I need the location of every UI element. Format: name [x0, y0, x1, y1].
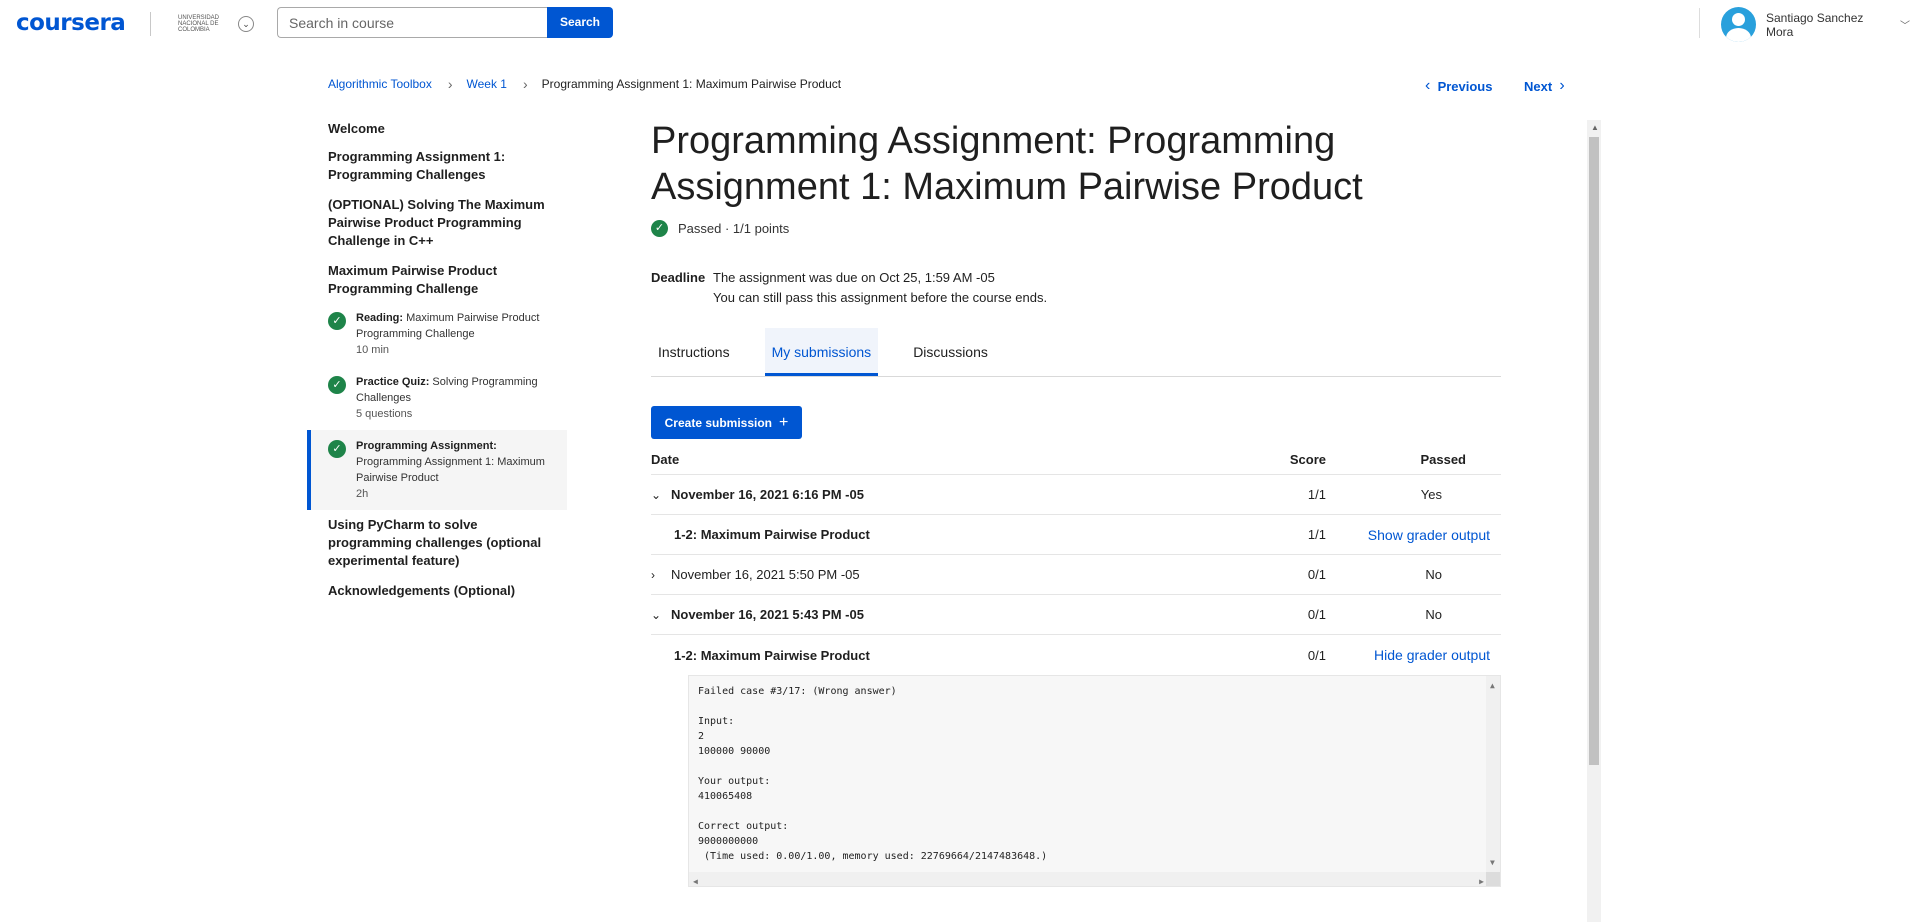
divider [1699, 8, 1700, 38]
page-scrollbar[interactable]: ▲ [1587, 120, 1601, 922]
submission-passed: No [1425, 607, 1442, 622]
chevron-down-icon[interactable]: ⌄ [651, 608, 671, 622]
sidebar-item-pycharm[interactable]: Using PyCharm to solve programming chall… [307, 516, 567, 570]
sidebar-item-acknowledgements[interactable]: Acknowledgements (Optional) [307, 582, 567, 600]
sidebar-item-welcome[interactable]: Welcome [307, 120, 567, 138]
scroll-up-icon[interactable]: ▲ [1490, 678, 1495, 693]
sidebar-item-optional-cpp[interactable]: (OPTIONAL) Solving The Maximum Pairwise … [307, 196, 567, 250]
submission-passed: No [1425, 567, 1442, 582]
table-row[interactable]: ⌄ November 16, 2021 6:16 PM -05 1/1 Yes [651, 475, 1501, 515]
scrollbar-thumb[interactable] [1589, 137, 1599, 765]
search-button[interactable]: Search [547, 7, 613, 38]
chevron-down-icon[interactable]: ﹀ [1900, 17, 1910, 32]
page-title: Programming Assignment: Programming Assi… [651, 120, 1363, 208]
column-date: Date [651, 452, 680, 467]
submission-score: 0/1 [1307, 567, 1326, 582]
check-icon: ✓ [651, 220, 668, 237]
partner-logo[interactable]: UNIVERSIDAD NACIONAL DE COLOMBIA [175, 14, 219, 34]
coursera-logo[interactable]: coursera [16, 10, 126, 36]
scroll-down-icon[interactable]: ▼ [1490, 855, 1495, 870]
table-row[interactable]: › November 16, 2021 5:50 PM -05 0/1 No [651, 555, 1501, 595]
tab-discussions[interactable]: Discussions [906, 328, 995, 376]
table-row[interactable]: ⌄ November 16, 2021 5:43 PM -05 0/1 No [651, 595, 1501, 635]
create-submission-button[interactable]: Create submission + [651, 406, 802, 439]
grader-horizontal-scrollbar[interactable]: ◀ ▶ [689, 872, 1488, 886]
chevron-down-icon[interactable]: ⌄ [651, 488, 671, 502]
status-text: Passed · 1/1 points [678, 221, 790, 236]
submission-date: November 16, 2021 5:43 PM -05 [671, 607, 864, 622]
submission-passed: Yes [1420, 487, 1442, 502]
column-passed: Passed [1420, 452, 1466, 467]
deadline-label: Deadline [651, 270, 706, 285]
check-icon: ✓ [328, 376, 346, 394]
top-bar: coursera UNIVERSIDAD NACIONAL DE COLOMBI… [0, 0, 1910, 45]
chevron-left-icon: ‹ [1425, 77, 1431, 94]
create-submission-label: Create submission [664, 415, 773, 430]
table-row: 1-2: Maximum Pairwise Product 0/1 Hide g… [651, 635, 1501, 675]
submission-score: 1/1 [1307, 487, 1326, 502]
submission-score: 0/1 [1307, 607, 1326, 622]
chevron-down-icon[interactable]: ⌄ [238, 16, 254, 32]
next-button[interactable]: Next › [1524, 77, 1565, 95]
sidebar-item-label: Practice Quiz: Solving Programming Chall… [356, 376, 538, 420]
part-score: 1/1 [1307, 527, 1326, 542]
grader-output[interactable]: Failed case #3/17: (Wrong answer) Input:… [688, 675, 1501, 887]
table-header: Date Score Passed [651, 445, 1501, 475]
search-input[interactable]: Search in course [277, 7, 547, 38]
breadcrumb-course[interactable]: Algorithmic Toolbox [328, 77, 432, 91]
chevron-right-icon: › [1559, 77, 1565, 94]
submission-date: November 16, 2021 6:16 PM -05 [671, 487, 864, 502]
hide-grader-output-link[interactable]: Hide grader output [1374, 647, 1490, 663]
avatar[interactable] [1721, 7, 1756, 42]
user-menu[interactable]: Santiago Sanchez Mora ﹀ [1721, 7, 1910, 42]
part-name: 1-2: Maximum Pairwise Product [674, 527, 870, 542]
submissions-table: Date Score Passed ⌄ November 16, 2021 6:1… [651, 445, 1501, 887]
scroll-right-icon[interactable]: ▶ [1479, 874, 1484, 886]
sidebar-item-practice-quiz[interactable]: ✓ Practice Quiz: Solving Programming Cha… [307, 366, 567, 430]
table-row: 1-2: Maximum Pairwise Product 1/1 Show g… [651, 515, 1501, 555]
breadcrumb-current: Programming Assignment 1: Maximum Pairwi… [541, 77, 842, 91]
grader-output-text: Failed case #3/17: (Wrong answer) Input:… [698, 686, 1048, 862]
chevron-right-icon: › [522, 76, 528, 92]
check-icon: ✓ [328, 440, 346, 458]
scroll-corner [1486, 872, 1500, 886]
tab-bar: Instructions My submissions Discussions [651, 328, 1501, 377]
breadcrumb: Algorithmic Toolbox › Week 1 › Programmi… [328, 76, 841, 92]
show-grader-output-link[interactable]: Show grader output [1368, 527, 1490, 543]
sidebar-item-label: Reading: Maximum Pairwise Product Progra… [356, 312, 540, 356]
user-name[interactable]: Santiago Sanchez Mora [1766, 11, 1894, 39]
previous-button[interactable]: ‹ Previous [1425, 77, 1492, 95]
sidebar-item-mpp-challenge[interactable]: Maximum Pairwise Product Programming Cha… [307, 262, 567, 298]
sidebar-item-programming-assignment[interactable]: ✓ Programming Assignment: Programming Ass… [307, 430, 567, 510]
plus-icon: + [779, 413, 789, 431]
course-sidebar: Welcome Programming Assignment 1: Progra… [307, 120, 567, 610]
part-name: 1-2: Maximum Pairwise Product [674, 647, 870, 663]
column-score: Score [1289, 452, 1326, 467]
check-icon: ✓ [328, 312, 346, 330]
deadline-note: You can still pass this assignment befor… [713, 290, 1048, 305]
part-score: 0/1 [1307, 647, 1326, 663]
scroll-left-icon[interactable]: ◀ [693, 874, 698, 886]
deadline-block: Deadline The assignment was due on Oct 2… [651, 268, 1501, 308]
divider [150, 12, 151, 36]
sidebar-item-label: Programming Assignment: Programming Assig… [356, 440, 545, 500]
submission-date: November 16, 2021 5:50 PM -05 [671, 567, 860, 582]
tab-my-submissions[interactable]: My submissions [764, 328, 879, 376]
sidebar-item-programming-challenges[interactable]: Programming Assignment 1: Programming Ch… [307, 148, 567, 184]
chevron-right-icon: › [447, 76, 453, 92]
next-label: Next [1524, 78, 1553, 94]
tab-instructions[interactable]: Instructions [651, 328, 737, 376]
sidebar-item-reading[interactable]: ✓ Reading: Maximum Pairwise Product Prog… [307, 302, 567, 366]
grader-vertical-scrollbar[interactable]: ▲ ▼ [1486, 676, 1500, 872]
previous-label: Previous [1437, 78, 1493, 94]
chevron-right-icon[interactable]: › [651, 568, 671, 582]
deadline-text: The assignment was due on Oct 25, 1:59 A… [713, 270, 995, 285]
breadcrumb-week[interactable]: Week 1 [467, 77, 507, 91]
status-row: ✓ Passed · 1/1 points [651, 220, 1501, 237]
scroll-up-icon[interactable]: ▲ [1591, 123, 1599, 132]
main-content: Programming Assignment: Programming Assi… [651, 118, 1501, 897]
partner-name: UNIVERSIDAD NACIONAL DE COLOMBIA [178, 15, 220, 33]
